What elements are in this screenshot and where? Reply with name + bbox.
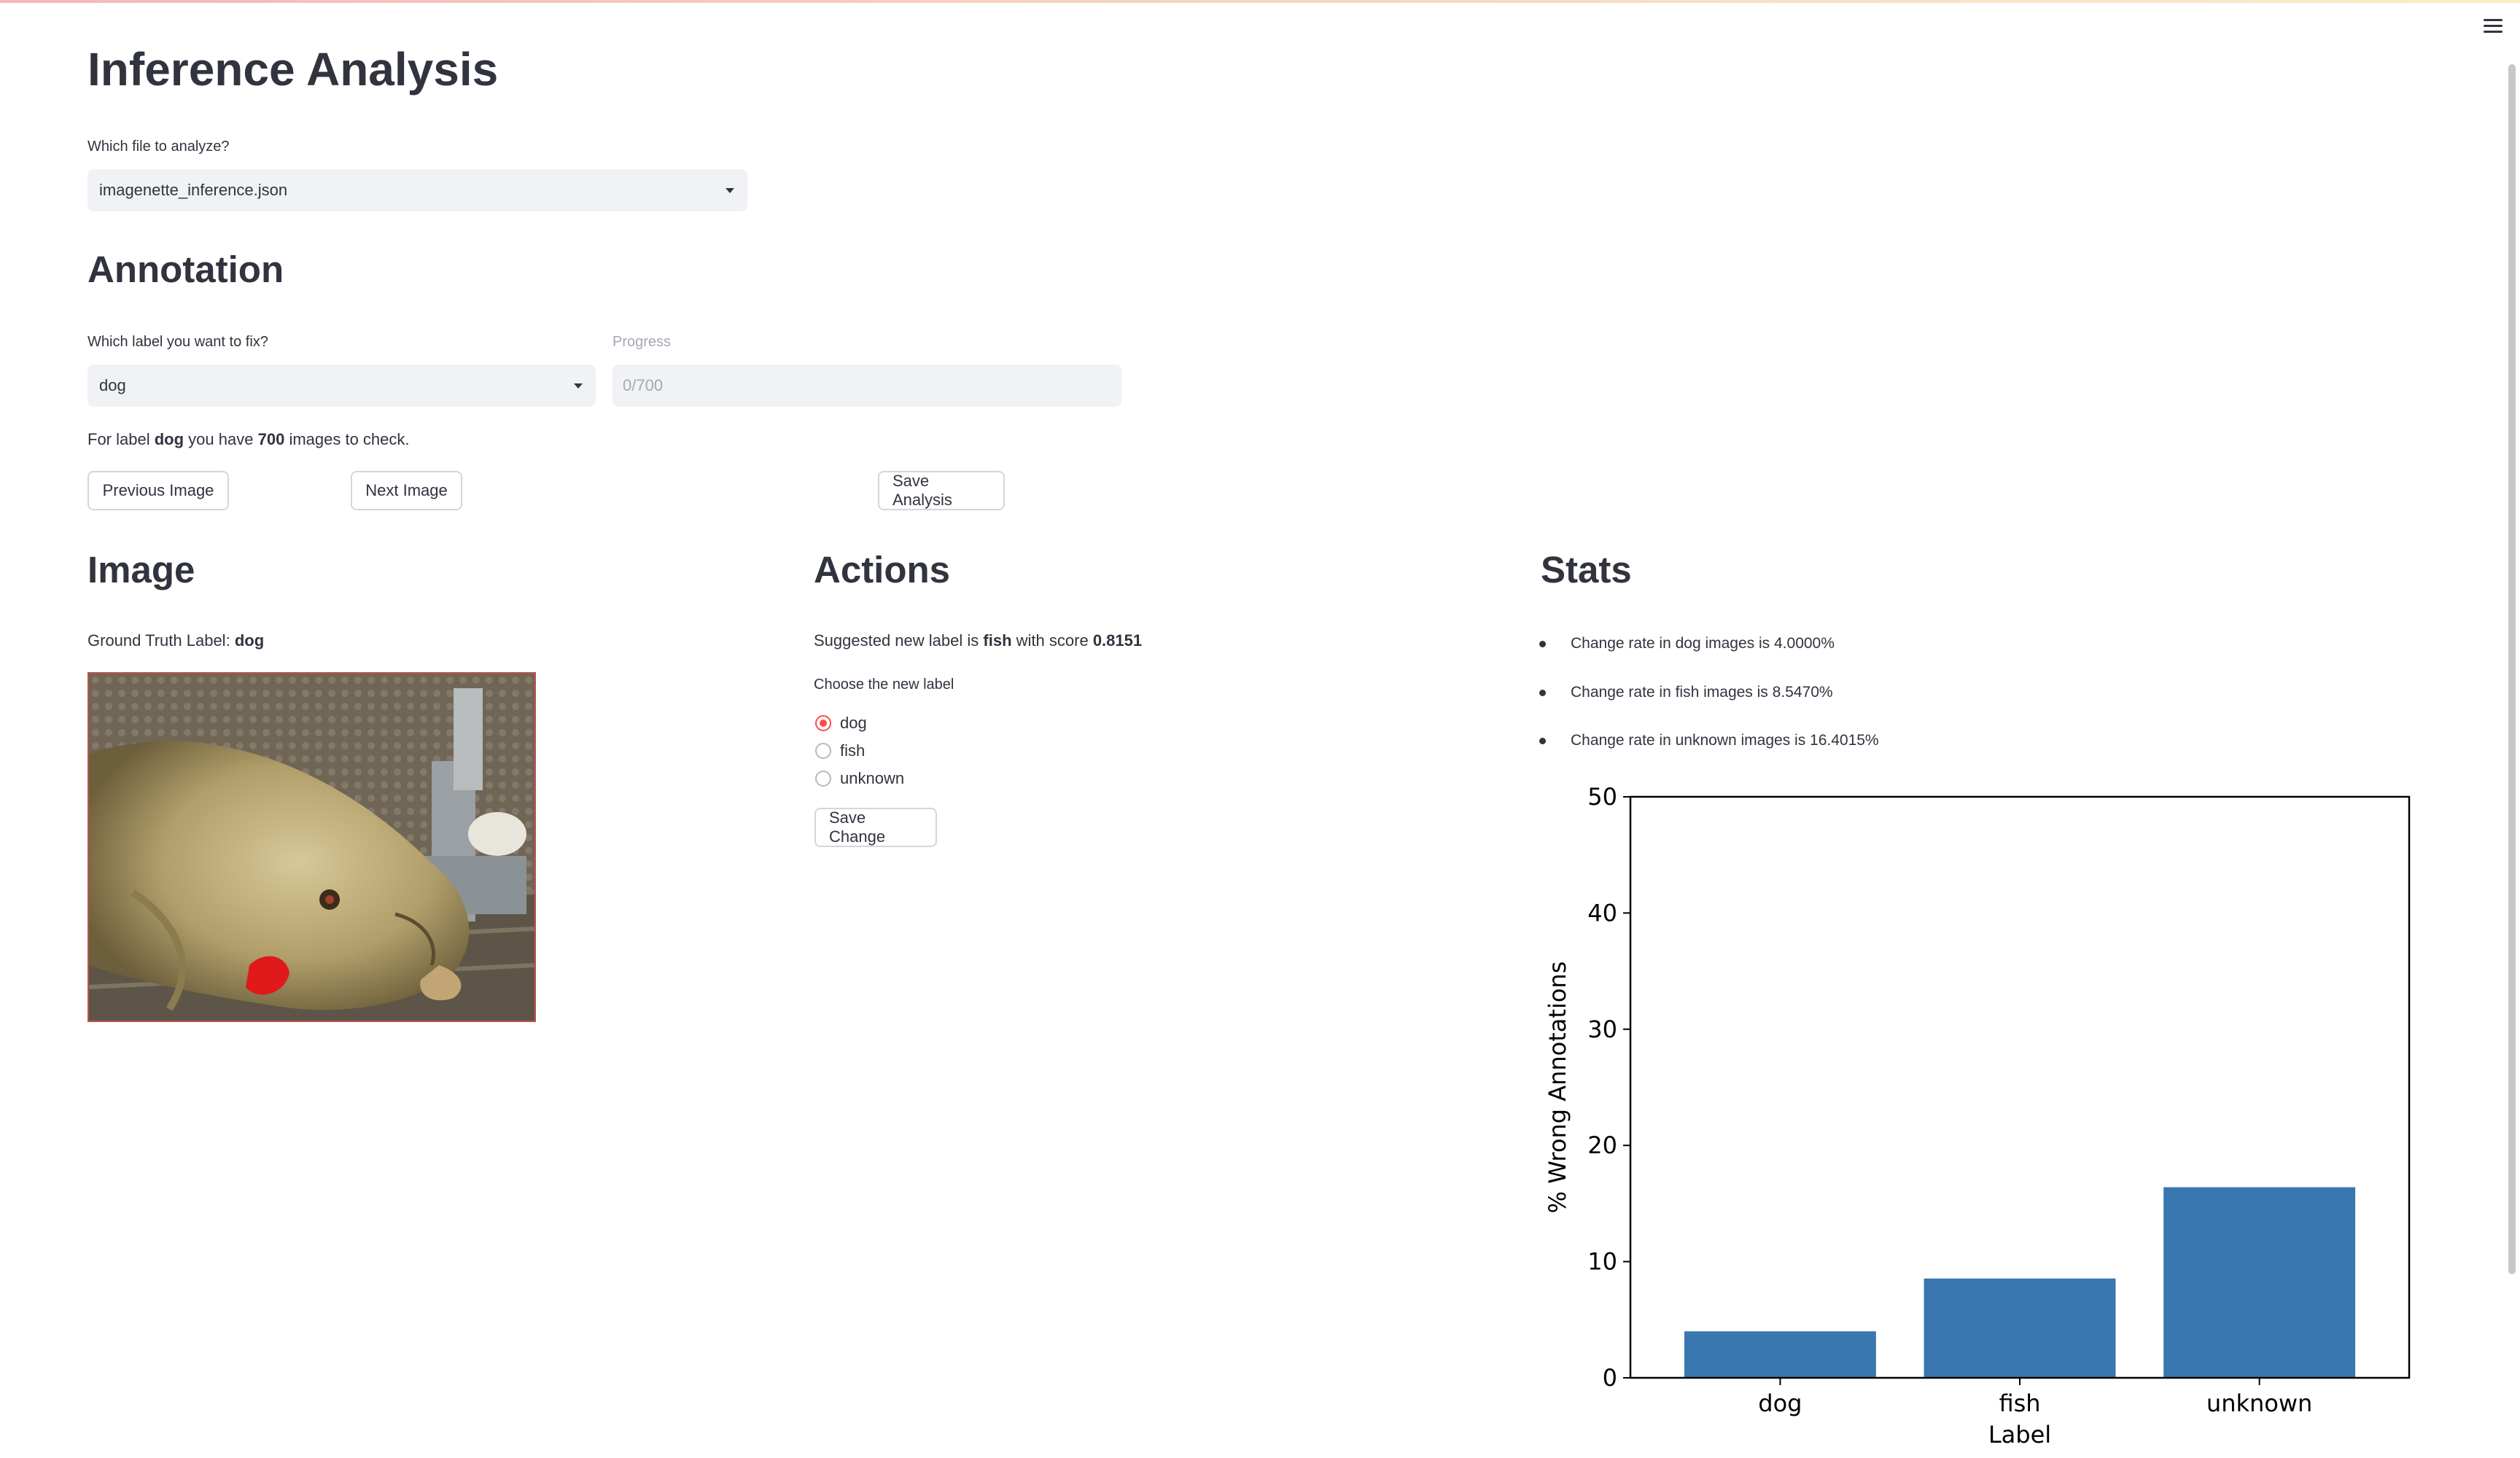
scrollbar[interactable] — [2508, 64, 2516, 1274]
summary-count: 700 — [257, 430, 285, 448]
image-heading: Image — [88, 549, 195, 590]
hamburger-menu-icon[interactable] — [2484, 19, 2502, 34]
radio-option-label: dog — [840, 714, 867, 732]
bar-dog — [1684, 1331, 1876, 1378]
label-summary-text: For label dog you have 700 images to che… — [88, 430, 410, 448]
radio-button[interactable] — [815, 715, 831, 731]
stats-list-item: Change rate in fish images is 8.5470% — [1539, 684, 1833, 701]
page-title: Inference Analysis — [88, 43, 499, 95]
stats-list-item: Change rate in dog images is 4.0000% — [1539, 635, 1835, 652]
radio-option-fish[interactable]: fish — [815, 741, 865, 760]
save-analysis-button[interactable]: Save Analysis — [878, 471, 1005, 510]
actions-heading: Actions — [814, 549, 951, 590]
label-select-value: dog — [99, 376, 126, 394]
x-tick-label: fish — [1999, 1389, 2040, 1417]
y-axis-label: % Wrong Annotations — [1544, 962, 1571, 1214]
x-tick-label: dog — [1758, 1389, 1802, 1417]
x-axis-label: Label — [1988, 1421, 2051, 1449]
wrong-annotations-bar-chart: dog fish unknown 0 10 20 30 40 50 Label % Wrong An… — [1544, 783, 2411, 1449]
top-decoration-bar — [0, 0, 2520, 3]
file-select-label: Which file to analyze? — [88, 139, 230, 155]
radio-option-unknown[interactable]: unknown — [815, 769, 904, 788]
stats-list-item: Change rate in unknown images is 16.4015… — [1539, 732, 1879, 749]
radio-option-label: unknown — [840, 769, 905, 787]
bar-fish — [1924, 1278, 2116, 1378]
stats-heading: Stats — [1541, 549, 1632, 590]
choose-label-text: Choose the new label — [814, 677, 954, 693]
suggestion-text: Suggested new label is fish with score 0… — [814, 631, 1143, 650]
label-select[interactable]: dog — [88, 364, 596, 407]
suggested-label: fish — [983, 631, 1012, 650]
ground-truth-text: Ground Truth Label: dog — [88, 631, 265, 650]
caret-down-icon — [574, 383, 583, 389]
previous-image-button[interactable]: Previous Image — [88, 471, 229, 510]
radio-option-dog[interactable]: dog — [815, 714, 867, 733]
bar-unknown — [2163, 1187, 2356, 1378]
annotation-heading: Annotation — [88, 249, 284, 290]
radio-button[interactable] — [815, 771, 831, 787]
x-tick-label: unknown — [2206, 1389, 2312, 1417]
label-select-label: Which label you want to fix? — [88, 334, 268, 350]
file-select[interactable]: imagenette_inference.json — [88, 169, 747, 211]
y-tick-label: 50 — [1587, 783, 1617, 811]
file-select-value: imagenette_inference.json — [99, 181, 288, 199]
radio-option-label: fish — [840, 741, 866, 760]
progress-label: Progress — [612, 334, 672, 350]
y-tick-label: 30 — [1587, 1015, 1617, 1043]
progress-field: 0/700 — [612, 364, 1121, 407]
y-tick-label: 20 — [1587, 1131, 1617, 1159]
progress-value: 0/700 — [623, 376, 664, 394]
next-image-button[interactable]: Next Image — [351, 471, 462, 510]
suggestion-score: 0.8151 — [1092, 631, 1143, 650]
y-tick-label: 40 — [1587, 899, 1617, 927]
sample-image — [88, 672, 536, 1022]
caret-down-icon — [726, 188, 734, 193]
y-tick-label: 0 — [1603, 1364, 1617, 1392]
save-change-button[interactable]: Save Change — [814, 808, 937, 847]
y-tick-label: 10 — [1587, 1248, 1617, 1276]
radio-button[interactable] — [815, 743, 831, 759]
summary-label: dog — [154, 430, 184, 448]
ground-truth-value: dog — [234, 631, 265, 650]
